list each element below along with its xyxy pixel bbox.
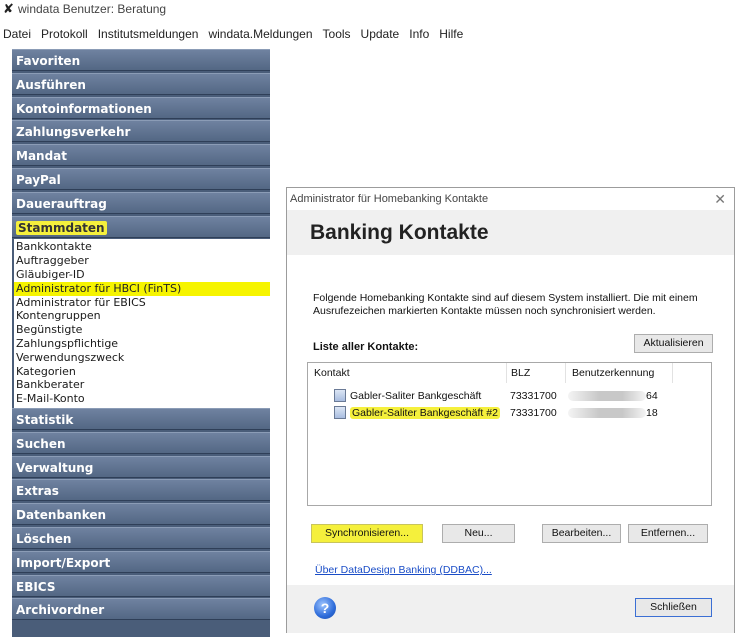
dialog-title: Administrator für Homebanking Kontakte bbox=[290, 193, 489, 205]
nav-header-ebics[interactable]: EBICS bbox=[12, 574, 270, 597]
dialog-intro-text: Folgende Homebanking Kontakte sind auf d… bbox=[313, 292, 698, 317]
dialog-titlebar: Administrator für Homebanking Kontakte ✕ bbox=[287, 188, 734, 210]
contacts-list[interactable]: Kontakt BLZ Benutzerkennung Gabler-Salit… bbox=[307, 362, 712, 506]
about-ddbac-link[interactable]: Über DataDesign Banking (DDBAC)... bbox=[315, 564, 492, 576]
contact-name: Gabler-Saliter Bankgeschäft #2 bbox=[350, 405, 500, 421]
nav-header-import-export[interactable]: Import/Export bbox=[12, 550, 270, 573]
nav-item-administrator-hbci[interactable]: Administrator für HBCI (FinTS) bbox=[14, 281, 270, 296]
nav-item-beguenstigte[interactable]: Begünstigte bbox=[14, 323, 270, 337]
nav-item-bankberater[interactable]: Bankberater bbox=[14, 378, 270, 392]
redacted-blur bbox=[568, 408, 646, 418]
nav-item-auftraggeber[interactable]: Auftraggeber bbox=[14, 254, 270, 268]
new-button[interactable]: Neu... bbox=[442, 524, 515, 543]
homebanking-admin-dialog: Administrator für Homebanking Kontakte ✕… bbox=[286, 187, 735, 633]
nav-header-favoriten[interactable]: Favoriten bbox=[12, 49, 270, 71]
contacts-list-header: Kontakt BLZ Benutzerkennung bbox=[308, 363, 711, 383]
column-separator bbox=[506, 363, 507, 383]
column-separator bbox=[672, 363, 673, 383]
menu-tools[interactable]: Tools bbox=[318, 27, 356, 45]
nav-header-archivordner[interactable]: Archivordner bbox=[12, 598, 270, 621]
window-titlebar: ✘ windata Benutzer: Beratung bbox=[0, 0, 743, 20]
nav-item-bankkontakte[interactable]: Bankkontakte bbox=[14, 240, 270, 254]
contact-blz: 73331700 bbox=[510, 407, 557, 419]
contact-name: Gabler-Saliter Bankgeschäft bbox=[350, 390, 482, 402]
contact-blz: 73331700 bbox=[510, 390, 557, 402]
window-title: windata Benutzer: Beratung bbox=[18, 2, 167, 16]
nav-header-datenbanken[interactable]: Datenbanken bbox=[12, 503, 270, 526]
menu-protokoll[interactable]: Protokoll bbox=[36, 27, 93, 45]
contact-name-highlight: Gabler-Saliter Bankgeschäft #2 bbox=[350, 407, 500, 419]
contact-user-id-suffix: 18 bbox=[646, 407, 658, 419]
nav-header-stammdaten[interactable]: Stammdaten bbox=[12, 215, 270, 238]
nav-header-ausfuehren[interactable]: Ausführen bbox=[12, 72, 270, 95]
column-header-kontakt[interactable]: Kontakt bbox=[314, 367, 350, 379]
contact-row[interactable]: Gabler-Saliter Bankgeschäft 73331700 64 bbox=[308, 388, 672, 404]
menu-info[interactable]: Info bbox=[404, 27, 434, 45]
contact-user-id-suffix: 64 bbox=[646, 390, 658, 402]
dialog-body: Folgende Homebanking Kontakte sind auf d… bbox=[287, 256, 734, 585]
nav-header-suchen[interactable]: Suchen bbox=[12, 431, 270, 454]
nav-item-verwendungszweck[interactable]: Verwendungszweck bbox=[14, 351, 270, 365]
dialog-header: Banking Kontakte bbox=[287, 210, 734, 255]
nav-header-paypal[interactable]: PayPal bbox=[12, 167, 270, 190]
column-header-benutzerkennung[interactable]: Benutzerkennung bbox=[572, 367, 654, 379]
close-dialog-button[interactable]: Schließen bbox=[635, 598, 712, 617]
nav-header-mandat[interactable]: Mandat bbox=[12, 144, 270, 167]
nav-header-verwaltung[interactable]: Verwaltung bbox=[12, 455, 270, 478]
menu-windata-meldungen[interactable]: windata.Meldungen bbox=[203, 27, 317, 45]
column-header-blz[interactable]: BLZ bbox=[511, 367, 530, 379]
contact-row[interactable]: Gabler-Saliter Bankgeschäft #2 73331700 … bbox=[308, 405, 672, 421]
dialog-footer: ? Schließen bbox=[287, 585, 734, 633]
refresh-button[interactable]: Aktualisieren bbox=[634, 334, 713, 353]
menu-hilfe[interactable]: Hilfe bbox=[434, 27, 468, 45]
navigation-sidebar: Favoriten Ausführen Kontoinformationen Z… bbox=[12, 49, 270, 637]
nav-item-administrator-ebics[interactable]: Administrator für EBICS bbox=[14, 296, 270, 310]
menu-institutsmeldungen[interactable]: Institutsmeldungen bbox=[93, 27, 204, 45]
windata-app-icon: ✘ bbox=[3, 1, 14, 16]
synchronize-button[interactable]: Synchronisieren... bbox=[311, 524, 423, 543]
menu-datei[interactable]: Datei bbox=[0, 27, 36, 45]
nav-item-kontengruppen[interactable]: Kontengruppen bbox=[14, 309, 270, 323]
nav-header-kontoinformationen[interactable]: Kontoinformationen bbox=[12, 96, 270, 119]
nav-header-stammdaten-label: Stammdaten bbox=[16, 220, 107, 235]
edit-button[interactable]: Bearbeiten... bbox=[542, 524, 621, 543]
redacted-blur bbox=[568, 391, 646, 401]
nav-item-zahlungspflichtige[interactable]: Zahlungspflichtige bbox=[14, 337, 270, 351]
nav-item-glaeubiger-id[interactable]: Gläubiger-ID bbox=[14, 268, 270, 282]
menu-update[interactable]: Update bbox=[356, 27, 405, 45]
stammdaten-submenu: Bankkontakte Auftraggeber Gläubiger-ID A… bbox=[12, 239, 270, 408]
dialog-heading: Banking Kontakte bbox=[310, 221, 489, 244]
contact-user-id: 64 bbox=[568, 388, 678, 404]
remove-button[interactable]: Entfernen... bbox=[628, 524, 708, 543]
nav-header-extras[interactable]: Extras bbox=[12, 479, 270, 502]
bank-contact-icon bbox=[334, 406, 346, 419]
help-icon[interactable]: ? bbox=[314, 597, 336, 619]
column-separator bbox=[565, 363, 566, 383]
nav-header-loeschen[interactable]: Löschen bbox=[12, 526, 270, 549]
menubar: Datei Protokoll Institutsmeldungen winda… bbox=[0, 27, 468, 45]
contact-user-id: 18 bbox=[568, 405, 678, 421]
nav-item-kategorien[interactable]: Kategorien bbox=[14, 365, 270, 379]
close-icon[interactable]: ✕ bbox=[714, 188, 726, 210]
nav-header-zahlungsverkehr[interactable]: Zahlungsverkehr bbox=[12, 120, 270, 143]
nav-item-email-konto[interactable]: E-Mail-Konto bbox=[14, 392, 270, 406]
nav-header-statistik[interactable]: Statistik bbox=[12, 407, 270, 430]
nav-header-dauerauftrag[interactable]: Dauerauftrag bbox=[12, 191, 270, 214]
contacts-list-label: Liste aller Kontakte: bbox=[313, 341, 419, 353]
bank-contact-icon bbox=[334, 389, 346, 402]
